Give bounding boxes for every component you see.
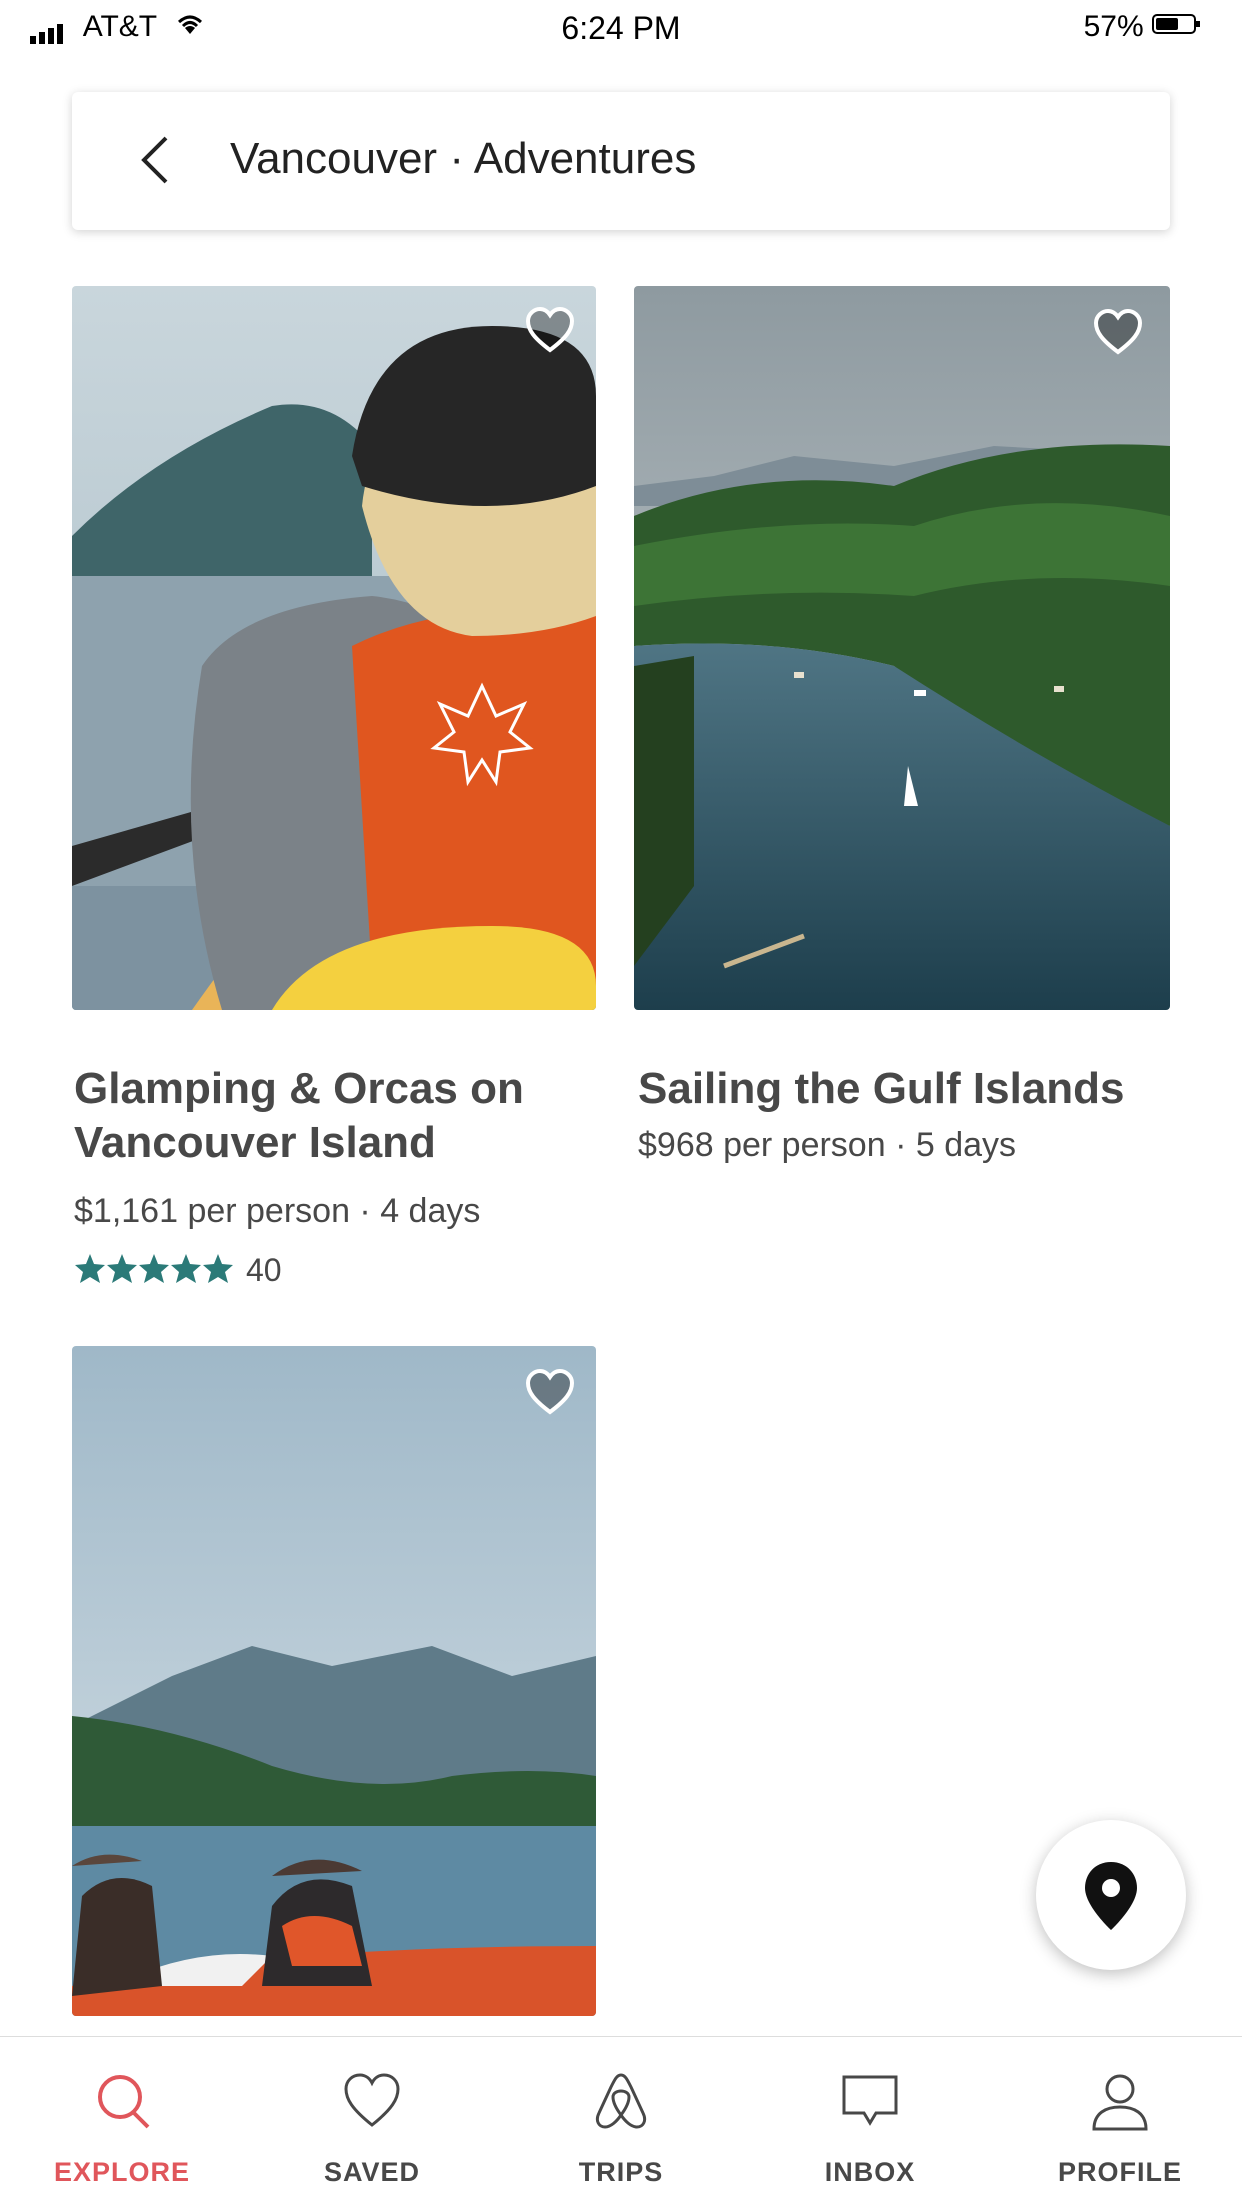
save-heart-icon[interactable] [1092, 306, 1144, 358]
airbnb-logo-icon [595, 2073, 647, 2129]
tab-label: SAVED [323, 2157, 421, 2187]
search-icon [98, 2075, 150, 2129]
listing-title-line[interactable]: Vancouver Island [74, 1116, 524, 1170]
listing-image-kayaks[interactable] [72, 1346, 596, 2016]
tab-trips[interactable]: TRIPS [531, 2037, 711, 2209]
save-heart-icon[interactable] [524, 1366, 576, 1418]
battery-indicator: 57% [1084, 10, 1202, 44]
tab-label: PROFILE [1057, 2157, 1182, 2187]
map-button[interactable] [1036, 1820, 1186, 1970]
listing-title-line[interactable]: Glamping & Orcas on [74, 1062, 524, 1116]
listing-price: $1,161 per person · 4 days [74, 1192, 481, 1230]
tab-saved[interactable]: SAVED [282, 2037, 462, 2209]
back-icon[interactable] [128, 130, 188, 190]
status-bar: AT&T 6:24 PM 57% [0, 0, 1242, 56]
message-icon [842, 2075, 898, 2126]
person-icon [1092, 2074, 1148, 2131]
tab-label: INBOX [824, 2157, 916, 2187]
search-title[interactable]: Vancouver · Adventures [230, 134, 696, 184]
review-count: 40 [246, 1252, 282, 1288]
search-bar[interactable]: Vancouver · Adventures [72, 92, 1170, 230]
tab-explore[interactable]: EXPLORE [32, 2037, 212, 2209]
listing-title[interactable]: Sailing the Gulf Islands [638, 1062, 1125, 1116]
listing-image-glamping[interactable] [72, 286, 596, 1010]
battery-icon [1152, 10, 1202, 43]
tab-label: EXPLORE [53, 2157, 191, 2187]
status-time: 6:24 PM [561, 10, 681, 46]
tab-inbox[interactable]: INBOX [780, 2037, 960, 2209]
listing-title[interactable]: Glamping & Orcas on Vancouver Island [74, 1062, 524, 1170]
tab-profile[interactable]: PROFILE [1030, 2037, 1210, 2209]
listing-image-sailing[interactable] [634, 286, 1170, 1010]
tab-label: TRIPS [578, 2157, 664, 2187]
battery-label: 57% [1083, 10, 1144, 43]
bottom-tab-bar: EXPLORE SAVED TRIPS INBOX PROFILE [0, 2036, 1242, 2209]
map-pin-icon [1085, 1862, 1137, 1930]
heart-icon [344, 2073, 400, 2127]
save-heart-icon[interactable] [524, 304, 576, 356]
listing-price: $968 per person · 5 days [638, 1126, 1017, 1164]
rating-stars-icon [74, 1252, 234, 1291]
